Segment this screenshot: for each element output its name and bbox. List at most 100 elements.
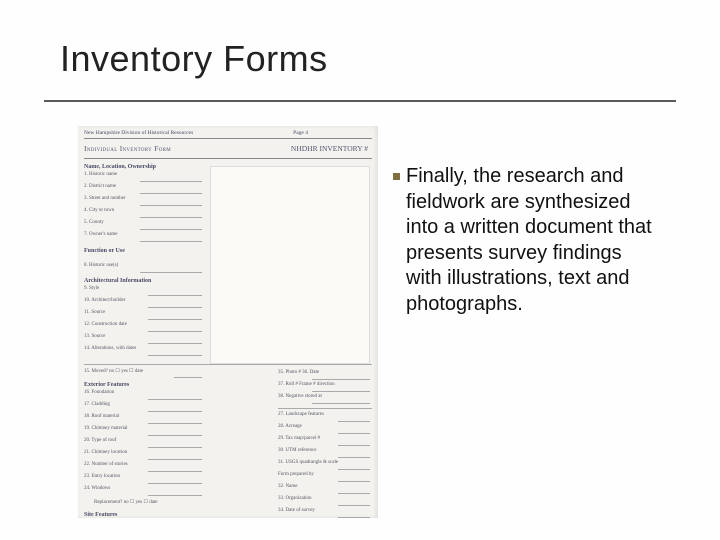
form-field-row: 32. Name	[278, 484, 372, 496]
form-field-underline	[312, 403, 370, 404]
form-field-label: Form prepared by	[278, 472, 314, 477]
form-field-underline	[148, 471, 202, 472]
form-section-site: Site Features	[84, 512, 117, 518]
form-field-label: 31. USGS quadrangle & scale	[278, 460, 338, 465]
form-field-underline	[338, 505, 370, 506]
form-field-underline	[140, 229, 202, 230]
form-replacement: Replacement? no ☐ yes ☐ date	[94, 499, 158, 505]
form-field-label: 19. Chimney material	[84, 426, 127, 431]
form-field-underline	[148, 447, 202, 448]
form-field-underline	[148, 399, 202, 400]
form-field-underline	[148, 331, 202, 332]
form-divider-2	[278, 408, 372, 409]
form-field-label: 12. Construction date	[84, 322, 127, 327]
form-field-row: 31. USGS quadrangle & scale	[278, 460, 372, 472]
form-field-row: 29. Tax map/parcel #	[278, 436, 372, 448]
form-heading-left: Individual Inventory Form	[84, 144, 171, 153]
form-field-label: 32. Name	[278, 484, 297, 489]
form-field-label: 37. Roll # Frame # direction	[278, 382, 335, 387]
form-field-label: 4. City or town	[84, 208, 114, 213]
form-field-underline	[338, 517, 370, 518]
form-field-row: 8. Historic use(s)	[84, 263, 204, 275]
form-field-underline	[140, 181, 202, 182]
form-field-row: 37. Roll # Frame # direction	[278, 382, 372, 394]
form-field-label: 38. Negative stored at	[278, 394, 322, 399]
form-field-row: 9. Style	[84, 286, 204, 298]
form-field-underline	[140, 205, 202, 206]
form-divider-1	[84, 364, 372, 365]
title-rule	[44, 100, 676, 102]
form-field-label: 3. Street and number	[84, 196, 126, 201]
form-field-row: 14. Alterations, with dates	[84, 346, 204, 358]
form-field-row: 3. Street and number	[84, 196, 204, 208]
form-field-row: 35. Photo # 36. Date	[278, 370, 372, 382]
form-field-underline	[148, 423, 202, 424]
form-field-label: 7. Owner's name	[84, 232, 118, 237]
form-field-underline	[140, 217, 202, 218]
form-field-underline	[148, 459, 202, 460]
form-mid-rule	[84, 158, 372, 159]
form-field-underline	[148, 495, 202, 496]
form-field-label: 5. County	[84, 220, 104, 225]
form-field-row: 28. Acreage	[278, 424, 372, 436]
form-field-underline	[312, 379, 370, 380]
form-field-label: 33. Organization	[278, 496, 312, 501]
form-field-row: 7. Owner's name	[84, 232, 204, 244]
form-field-row: 5. County	[84, 220, 204, 232]
bullet-marker	[393, 173, 400, 180]
form-field-row: 33. Organization	[278, 496, 372, 508]
form-field-underline	[148, 411, 202, 412]
form-heading-right: NHDHR INVENTORY #	[291, 144, 368, 153]
form-field-row: 15. Moved? no ☐ yes ☐ date	[84, 368, 204, 380]
form-field-underline	[148, 355, 202, 356]
body-paragraph: Finally, the research and fieldwork are …	[406, 164, 658, 318]
form-section-ext: Exterior Features	[84, 382, 129, 388]
form-field-underline	[338, 493, 370, 494]
form-field-underline	[140, 241, 202, 242]
form-field-row: 4. City or town	[84, 208, 204, 220]
form-field-underline	[148, 483, 202, 484]
form-top-rule	[84, 138, 372, 139]
form-field-label: 28. Acreage	[278, 424, 302, 429]
form-field-label: 27. Landscape features	[278, 412, 324, 417]
form-section-arch: Architectural Information	[84, 278, 151, 284]
form-field-row: 21. Chimney location	[84, 450, 204, 462]
form-field-label: 1. Historic name	[84, 172, 117, 177]
form-field-row: 23. Entry location	[84, 474, 204, 486]
form-field-row: 19. Chimney material	[84, 426, 204, 438]
form-field-label: 18. Roof material	[84, 414, 119, 419]
form-field-label: 9. Style	[84, 286, 99, 291]
form-photo-placeholder	[210, 166, 370, 364]
form-field-row: 1. Historic name	[84, 172, 204, 184]
form-field-row: 38. Negative stored at	[278, 394, 372, 406]
form-field-row: 17. Cladding	[84, 402, 204, 414]
form-field-underline	[338, 445, 370, 446]
form-field-label: 13. Source	[84, 334, 105, 339]
form-field-label: 30. UTM reference	[278, 448, 316, 453]
form-field-row: 11. Source	[84, 310, 204, 322]
form-field-row: 18. Roof material	[84, 414, 204, 426]
form-field-row: 27. Landscape features	[278, 412, 372, 424]
form-field-row	[84, 251, 204, 263]
form-field-underline	[338, 433, 370, 434]
form-field-label: 29. Tax map/parcel #	[278, 436, 320, 441]
form-field-underline	[338, 457, 370, 458]
form-field-underline	[148, 295, 202, 296]
form-field-underline	[148, 319, 202, 320]
form-field-row: 34. Date of survey	[278, 508, 372, 518]
form-field-label: 22. Number of stories	[84, 462, 128, 467]
form-field-label: 17. Cladding	[84, 402, 110, 407]
form-page: Page 4	[293, 130, 308, 136]
form-field-row: 16. Foundation	[84, 390, 204, 402]
form-org: New Hampshire Division of Historical Res…	[84, 130, 193, 136]
form-field-underline	[140, 193, 202, 194]
form-field-label: 14. Alterations, with dates	[84, 346, 136, 351]
form-field-underline	[148, 343, 202, 344]
form-image: New Hampshire Division of Historical Res…	[78, 126, 378, 518]
form-field-label: 35. Photo # 36. Date	[278, 370, 319, 375]
form-field-row: 12. Construction date	[84, 322, 204, 334]
slide-title: Inventory Forms	[60, 38, 328, 80]
form-field-label: 20. Type of roof	[84, 438, 116, 443]
form-field-label: 16. Foundation	[84, 390, 114, 395]
form-field-label: 15. Moved? no ☐ yes ☐ date	[84, 368, 143, 374]
